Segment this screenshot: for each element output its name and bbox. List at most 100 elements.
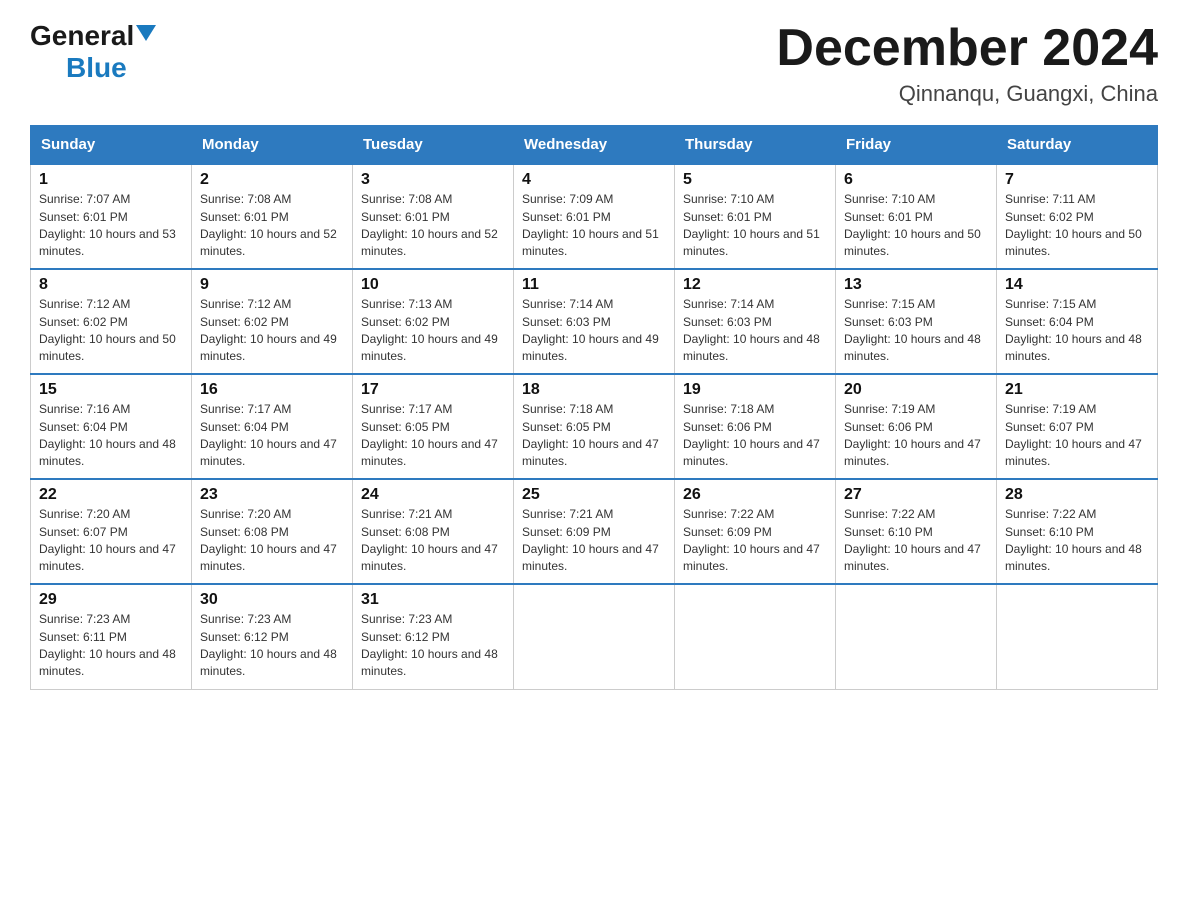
calendar-table: SundayMondayTuesdayWednesdayThursdayFrid… (30, 125, 1158, 690)
day-info: Sunrise: 7:23 AMSunset: 6:12 PMDaylight:… (361, 612, 498, 678)
calendar-cell (675, 584, 836, 689)
calendar-cell: 5 Sunrise: 7:10 AMSunset: 6:01 PMDayligh… (675, 164, 836, 269)
calendar-cell: 3 Sunrise: 7:08 AMSunset: 6:01 PMDayligh… (353, 164, 514, 269)
day-header-friday: Friday (836, 126, 997, 165)
calendar-cell: 15 Sunrise: 7:16 AMSunset: 6:04 PMDaylig… (31, 374, 192, 479)
calendar-cell: 8 Sunrise: 7:12 AMSunset: 6:02 PMDayligh… (31, 269, 192, 374)
day-info: Sunrise: 7:22 AMSunset: 6:09 PMDaylight:… (683, 507, 820, 573)
calendar-cell: 4 Sunrise: 7:09 AMSunset: 6:01 PMDayligh… (514, 164, 675, 269)
day-info: Sunrise: 7:20 AMSunset: 6:08 PMDaylight:… (200, 507, 337, 573)
logo-blue: Blue (66, 52, 127, 84)
day-number: 2 (200, 171, 344, 189)
day-info: Sunrise: 7:17 AMSunset: 6:04 PMDaylight:… (200, 402, 337, 468)
calendar-cell: 25 Sunrise: 7:21 AMSunset: 6:09 PMDaylig… (514, 479, 675, 584)
day-info: Sunrise: 7:13 AMSunset: 6:02 PMDaylight:… (361, 297, 498, 363)
day-info: Sunrise: 7:23 AMSunset: 6:12 PMDaylight:… (200, 612, 337, 678)
day-info: Sunrise: 7:18 AMSunset: 6:06 PMDaylight:… (683, 402, 820, 468)
day-info: Sunrise: 7:17 AMSunset: 6:05 PMDaylight:… (361, 402, 498, 468)
day-info: Sunrise: 7:19 AMSunset: 6:06 PMDaylight:… (844, 402, 981, 468)
calendar-title: December 2024 (776, 20, 1158, 77)
calendar-cell: 24 Sunrise: 7:21 AMSunset: 6:08 PMDaylig… (353, 479, 514, 584)
calendar-cell: 12 Sunrise: 7:14 AMSunset: 6:03 PMDaylig… (675, 269, 836, 374)
day-number: 6 (844, 171, 988, 189)
day-info: Sunrise: 7:14 AMSunset: 6:03 PMDaylight:… (522, 297, 659, 363)
day-info: Sunrise: 7:21 AMSunset: 6:08 PMDaylight:… (361, 507, 498, 573)
calendar-subtitle: Qinnanqu, Guangxi, China (776, 81, 1158, 107)
calendar-cell: 23 Sunrise: 7:20 AMSunset: 6:08 PMDaylig… (192, 479, 353, 584)
calendar-cell: 22 Sunrise: 7:20 AMSunset: 6:07 PMDaylig… (31, 479, 192, 584)
day-info: Sunrise: 7:20 AMSunset: 6:07 PMDaylight:… (39, 507, 176, 573)
week-row-1: 1 Sunrise: 7:07 AMSunset: 6:01 PMDayligh… (31, 164, 1158, 269)
day-number: 10 (361, 276, 505, 294)
day-info: Sunrise: 7:08 AMSunset: 6:01 PMDaylight:… (200, 192, 337, 258)
day-number: 20 (844, 381, 988, 399)
calendar-cell: 10 Sunrise: 7:13 AMSunset: 6:02 PMDaylig… (353, 269, 514, 374)
logo: General Blue (30, 20, 156, 84)
day-info: Sunrise: 7:23 AMSunset: 6:11 PMDaylight:… (39, 612, 176, 678)
day-number: 12 (683, 276, 827, 294)
day-info: Sunrise: 7:10 AMSunset: 6:01 PMDaylight:… (683, 192, 820, 258)
calendar-cell: 1 Sunrise: 7:07 AMSunset: 6:01 PMDayligh… (31, 164, 192, 269)
page-header: General Blue December 2024 Qinnanqu, Gua… (30, 20, 1158, 107)
week-row-5: 29 Sunrise: 7:23 AMSunset: 6:11 PMDaylig… (31, 584, 1158, 689)
day-number: 23 (200, 486, 344, 504)
day-number: 4 (522, 171, 666, 189)
day-number: 21 (1005, 381, 1149, 399)
day-info: Sunrise: 7:22 AMSunset: 6:10 PMDaylight:… (1005, 507, 1142, 573)
calendar-cell: 18 Sunrise: 7:18 AMSunset: 6:05 PMDaylig… (514, 374, 675, 479)
calendar-cell: 26 Sunrise: 7:22 AMSunset: 6:09 PMDaylig… (675, 479, 836, 584)
calendar-cell: 13 Sunrise: 7:15 AMSunset: 6:03 PMDaylig… (836, 269, 997, 374)
day-info: Sunrise: 7:16 AMSunset: 6:04 PMDaylight:… (39, 402, 176, 468)
calendar-cell: 17 Sunrise: 7:17 AMSunset: 6:05 PMDaylig… (353, 374, 514, 479)
calendar-cell: 6 Sunrise: 7:10 AMSunset: 6:01 PMDayligh… (836, 164, 997, 269)
day-number: 14 (1005, 276, 1149, 294)
day-header-wednesday: Wednesday (514, 126, 675, 165)
day-info: Sunrise: 7:12 AMSunset: 6:02 PMDaylight:… (39, 297, 176, 363)
day-number: 13 (844, 276, 988, 294)
title-area: December 2024 Qinnanqu, Guangxi, China (776, 20, 1158, 107)
calendar-cell: 9 Sunrise: 7:12 AMSunset: 6:02 PMDayligh… (192, 269, 353, 374)
day-header-thursday: Thursday (675, 126, 836, 165)
day-info: Sunrise: 7:12 AMSunset: 6:02 PMDaylight:… (200, 297, 337, 363)
day-info: Sunrise: 7:15 AMSunset: 6:03 PMDaylight:… (844, 297, 981, 363)
logo-triangle-icon (136, 25, 156, 41)
week-row-4: 22 Sunrise: 7:20 AMSunset: 6:07 PMDaylig… (31, 479, 1158, 584)
day-number: 18 (522, 381, 666, 399)
day-header-saturday: Saturday (997, 126, 1158, 165)
calendar-cell: 16 Sunrise: 7:17 AMSunset: 6:04 PMDaylig… (192, 374, 353, 479)
week-row-3: 15 Sunrise: 7:16 AMSunset: 6:04 PMDaylig… (31, 374, 1158, 479)
day-number: 8 (39, 276, 183, 294)
day-number: 11 (522, 276, 666, 294)
day-number: 19 (683, 381, 827, 399)
days-header-row: SundayMondayTuesdayWednesdayThursdayFrid… (31, 126, 1158, 165)
calendar-cell: 20 Sunrise: 7:19 AMSunset: 6:06 PMDaylig… (836, 374, 997, 479)
day-info: Sunrise: 7:18 AMSunset: 6:05 PMDaylight:… (522, 402, 659, 468)
day-number: 22 (39, 486, 183, 504)
day-number: 25 (522, 486, 666, 504)
calendar-cell: 2 Sunrise: 7:08 AMSunset: 6:01 PMDayligh… (192, 164, 353, 269)
day-number: 27 (844, 486, 988, 504)
day-number: 5 (683, 171, 827, 189)
day-number: 28 (1005, 486, 1149, 504)
calendar-cell: 28 Sunrise: 7:22 AMSunset: 6:10 PMDaylig… (997, 479, 1158, 584)
calendar-cell: 31 Sunrise: 7:23 AMSunset: 6:12 PMDaylig… (353, 584, 514, 689)
day-info: Sunrise: 7:09 AMSunset: 6:01 PMDaylight:… (522, 192, 659, 258)
calendar-cell: 30 Sunrise: 7:23 AMSunset: 6:12 PMDaylig… (192, 584, 353, 689)
day-info: Sunrise: 7:22 AMSunset: 6:10 PMDaylight:… (844, 507, 981, 573)
calendar-cell: 14 Sunrise: 7:15 AMSunset: 6:04 PMDaylig… (997, 269, 1158, 374)
day-info: Sunrise: 7:07 AMSunset: 6:01 PMDaylight:… (39, 192, 176, 258)
calendar-cell: 21 Sunrise: 7:19 AMSunset: 6:07 PMDaylig… (997, 374, 1158, 479)
calendar-cell (836, 584, 997, 689)
day-number: 29 (39, 591, 183, 609)
day-number: 30 (200, 591, 344, 609)
calendar-cell (514, 584, 675, 689)
day-number: 24 (361, 486, 505, 504)
day-number: 16 (200, 381, 344, 399)
day-number: 15 (39, 381, 183, 399)
day-number: 31 (361, 591, 505, 609)
calendar-cell: 29 Sunrise: 7:23 AMSunset: 6:11 PMDaylig… (31, 584, 192, 689)
day-number: 3 (361, 171, 505, 189)
calendar-cell (997, 584, 1158, 689)
day-number: 26 (683, 486, 827, 504)
calendar-cell: 27 Sunrise: 7:22 AMSunset: 6:10 PMDaylig… (836, 479, 997, 584)
